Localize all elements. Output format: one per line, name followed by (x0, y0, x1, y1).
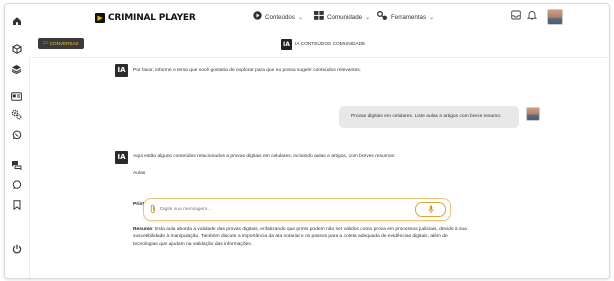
cube-icon[interactable] (10, 42, 23, 55)
ia-badge: IA (281, 39, 292, 50)
tools-icon (377, 11, 388, 24)
summary-label: Resumo (133, 227, 153, 232)
home-icon[interactable] (10, 14, 23, 27)
grid-icon (314, 11, 324, 23)
nav-ferramentas[interactable]: Ferramentas ⌄ (377, 11, 434, 24)
folder-icon: ▭ (43, 40, 48, 46)
bot-message-summary: Resumo: Esta aula aborda a validade das … (133, 226, 553, 248)
id-card-icon[interactable] (10, 90, 23, 103)
bell-icon[interactable] (527, 10, 537, 20)
top-navigation-bar: ▶ CRIMINAL PLAYER Conteúdos ⌄ Comunidade… (29, 4, 609, 32)
summary-text: : Esta aula aborda a validade das provas… (152, 227, 467, 232)
power-icon[interactable] (10, 242, 23, 255)
whatsapp-icon[interactable] (10, 128, 23, 141)
gears-icon[interactable] (10, 108, 23, 121)
user-avatar[interactable] (547, 9, 563, 25)
nav-label: Comunidade (327, 13, 363, 21)
sidebar (5, 4, 30, 278)
play-circle-icon (253, 11, 262, 23)
chat-title: IA IA CONTEÚDOS COMUNIDADE (281, 39, 365, 50)
conversations-button[interactable]: ▭ CONVERSAS (38, 38, 84, 49)
chevron-down-icon: ⌄ (429, 15, 435, 21)
chevron-down-icon: ⌄ (365, 14, 371, 21)
chat-title-text: IA CONTEÚDOS COMUNIDADE (295, 42, 366, 47)
conversations-label: CONVERSAS (49, 41, 79, 46)
microphone-icon (427, 205, 434, 214)
avatar (526, 107, 540, 121)
nav-label: Conteúdos (265, 13, 295, 21)
nav-comunidade[interactable]: Comunidade ⌄ (314, 11, 370, 23)
summary-line: Resumo: Esta aula aborda a validade das … (133, 226, 553, 233)
ia-avatar: IA (115, 151, 128, 164)
bookmark-icon[interactable] (10, 198, 23, 211)
bot-message-intro: Aqui estão alguns conteúdos relacionados… (133, 154, 396, 159)
logo-mark-icon: ▶ (95, 12, 105, 23)
microphone-button[interactable] (415, 202, 446, 217)
chevron-down-icon: ⌄ (297, 14, 303, 21)
logo-text: CRIMINAL PLAYER (108, 12, 196, 23)
bot-message-section: Aulas (133, 171, 146, 176)
app-window: ▶ CRIMINAL PLAYER Conteúdos ⌄ Comunidade… (4, 3, 610, 279)
message-input[interactable] (160, 204, 390, 214)
summary-line: suscetibilidade à manipulação. Também di… (133, 234, 448, 240)
attach-icon[interactable] (150, 204, 156, 217)
chat-header: ▭ CONVERSAS IA IA CONTEÚDOS COMUNIDADE (29, 31, 609, 58)
nav-conteudos[interactable]: Conteúdos ⌄ (253, 11, 303, 23)
avatar (547, 9, 563, 25)
user-message: Provas digitais em celulares. Liste aula… (339, 106, 519, 128)
summary-line: tecnologias que ajudam na validação das … (133, 241, 253, 247)
nav-label: Ferramentas (391, 14, 427, 21)
message-composer (143, 198, 451, 221)
chat-area: IA Por favor, informe o tema que você go… (29, 57, 609, 278)
inbox-icon[interactable] (511, 10, 521, 20)
logo[interactable]: ▶ CRIMINAL PLAYER (95, 12, 196, 23)
chat-bubbles-icon[interactable] (10, 158, 23, 171)
bot-message: Por favor, informe o tema que você gosta… (133, 68, 362, 73)
ia-avatar: IA (115, 64, 128, 77)
layers-icon[interactable] (10, 62, 23, 75)
chat-icon[interactable] (10, 178, 23, 191)
